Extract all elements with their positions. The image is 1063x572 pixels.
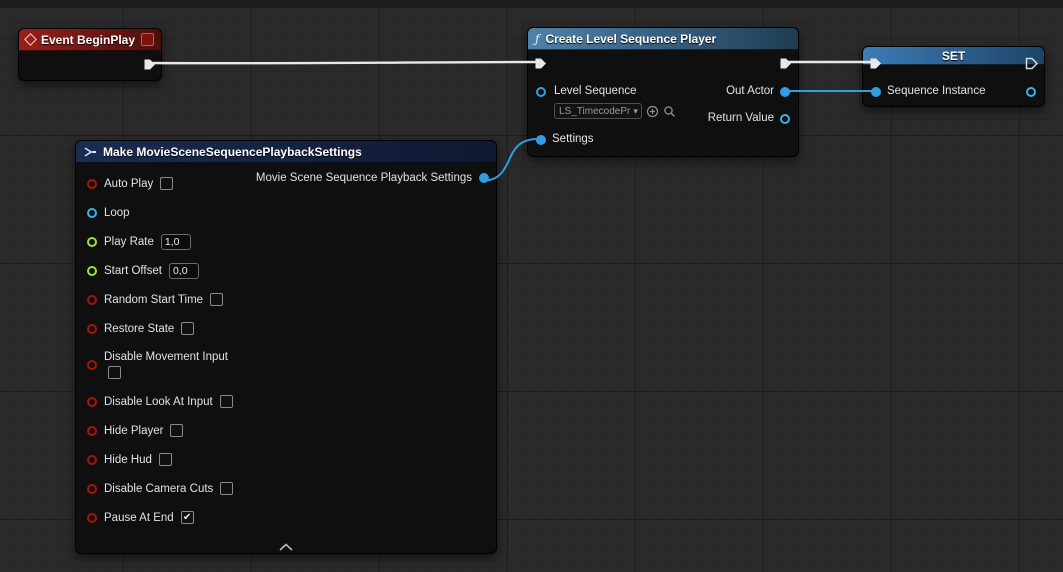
level-sequence-dropdown[interactable]: LS_TimecodePr ▾ <box>554 103 642 119</box>
node-header[interactable]: Make MovieSceneSequencePlaybackSettings <box>76 141 496 163</box>
node-set-sequence-instance[interactable]: SET Sequence Instance <box>862 46 1045 107</box>
pin-label: Disable Camera Cuts <box>104 483 213 495</box>
use-selected-asset-icon[interactable] <box>646 105 659 118</box>
browse-asset-icon[interactable] <box>663 105 676 118</box>
pin-label: Restore State <box>104 323 174 335</box>
pin-start-offset[interactable] <box>87 266 97 276</box>
graph-top-edge <box>0 0 1063 7</box>
pin-loop[interactable] <box>87 208 97 218</box>
blueprint-graph-canvas[interactable]: Event BeginPlay ƒ Create Level Sequence … <box>0 0 1063 572</box>
checkbox-disable-look-at-input[interactable] <box>220 395 233 408</box>
event-icon <box>24 33 37 46</box>
checkbox-disable-movement-input[interactable] <box>108 366 121 379</box>
node-title: Make MovieSceneSequencePlaybackSettings <box>103 145 362 159</box>
pin-label: Disable Look At Input <box>104 396 213 408</box>
checkbox-restore-state[interactable] <box>181 322 194 335</box>
pin-label: Pause At End <box>104 512 174 524</box>
collapse-chevron-icon[interactable] <box>278 543 294 551</box>
checkbox-random-start-time[interactable] <box>210 293 223 306</box>
pin-restore-state[interactable] <box>87 324 97 334</box>
pin-label: Loop <box>104 207 130 219</box>
red-badge-icon <box>141 33 154 46</box>
function-icon: ƒ <box>535 32 539 46</box>
pin-row: Start Offset <box>76 256 496 285</box>
dropdown-value: LS_TimecodePr <box>559 106 630 117</box>
checkbox-auto-play[interactable] <box>160 177 173 190</box>
pin-label: Random Start Time <box>104 294 203 306</box>
pin-label: Settings <box>552 133 594 145</box>
pin-disable-camera-cuts[interactable] <box>87 484 97 494</box>
checkbox-pause-at-end[interactable]: ✔ <box>181 511 194 524</box>
pin-label: Disable Movement Input <box>104 351 228 363</box>
pin-label: Level Sequence <box>554 85 636 97</box>
pin-label: Start Offset <box>104 265 162 277</box>
collapse-row <box>76 543 496 551</box>
checkbox-hide-player[interactable] <box>170 424 183 437</box>
node-header[interactable]: ƒ Create Level Sequence Player <box>528 28 798 50</box>
pin-row: Pause At End ✔ <box>76 503 496 532</box>
pin-label: Sequence Instance <box>887 85 985 97</box>
pin-label: Auto Play <box>104 178 153 190</box>
pin-row: Play Rate <box>76 227 496 256</box>
pin-level-sequence[interactable] <box>536 87 546 97</box>
node-event-beginplay[interactable]: Event BeginPlay <box>18 28 162 81</box>
check-icon: ✔ <box>183 513 191 523</box>
pin-label: Hide Hud <box>104 454 152 466</box>
play-rate-field[interactable] <box>161 234 191 250</box>
pin-label: Out Actor <box>726 85 774 97</box>
node-title: SET <box>942 49 965 63</box>
node-create-level-sequence-player[interactable]: ƒ Create Level Sequence Player Level Seq… <box>527 27 799 157</box>
checkbox-disable-camera-cuts[interactable] <box>220 482 233 495</box>
pin-row: Disable Movement Input <box>76 343 496 387</box>
make-struct-icon <box>83 146 97 158</box>
exec-in-pin[interactable] <box>534 57 547 70</box>
pin-hide-hud[interactable] <box>87 455 97 465</box>
pin-label: Return Value <box>708 112 774 124</box>
start-offset-field[interactable] <box>169 263 199 279</box>
pin-row: Loop <box>76 198 496 227</box>
chevron-down-icon: ▾ <box>633 106 638 117</box>
pin-label: Hide Player <box>104 425 163 437</box>
checkbox-hide-hud[interactable] <box>159 453 172 466</box>
exec-out-pin[interactable] <box>779 57 792 70</box>
pin-sequence-instance-out[interactable] <box>1026 87 1036 97</box>
pin-disable-movement-input[interactable] <box>87 360 97 370</box>
pin-hide-player[interactable] <box>87 426 97 436</box>
wire-exec-beginplay-to-create[interactable] <box>149 62 537 63</box>
exec-in-pin[interactable] <box>869 57 882 70</box>
pin-pause-at-end[interactable] <box>87 513 97 523</box>
asset-picker: LS_TimecodePr ▾ <box>554 103 676 119</box>
exec-out-pin[interactable] <box>1025 57 1038 70</box>
node-title: Event BeginPlay <box>41 33 135 47</box>
pin-row: Disable Camera Cuts <box>76 474 496 503</box>
input-rows: Auto Play Loop Play Rate Start Offset Ra… <box>76 163 496 532</box>
pin-random-start-time[interactable] <box>87 295 97 305</box>
pin-return-value[interactable] <box>780 114 790 124</box>
node-header[interactable]: SET <box>863 47 1044 65</box>
pin-play-rate[interactable] <box>87 237 97 247</box>
pin-row: Disable Look At Input <box>76 387 496 416</box>
pin-disable-look-at-input[interactable] <box>87 397 97 407</box>
node-make-playback-settings[interactable]: Make MovieSceneSequencePlaybackSettings … <box>75 140 497 554</box>
node-title: Create Level Sequence Player <box>545 32 716 46</box>
pin-row: Hide Hud <box>76 445 496 474</box>
node-header[interactable]: Event BeginPlay <box>19 29 161 51</box>
pin-row: Restore State <box>76 314 496 343</box>
pin-row: Random Start Time <box>76 285 496 314</box>
exec-out-pin[interactable] <box>143 58 156 71</box>
pin-label: Play Rate <box>104 236 154 248</box>
pin-row: Auto Play <box>76 169 496 198</box>
pin-auto-play[interactable] <box>87 179 97 189</box>
pin-row: Hide Player <box>76 416 496 445</box>
